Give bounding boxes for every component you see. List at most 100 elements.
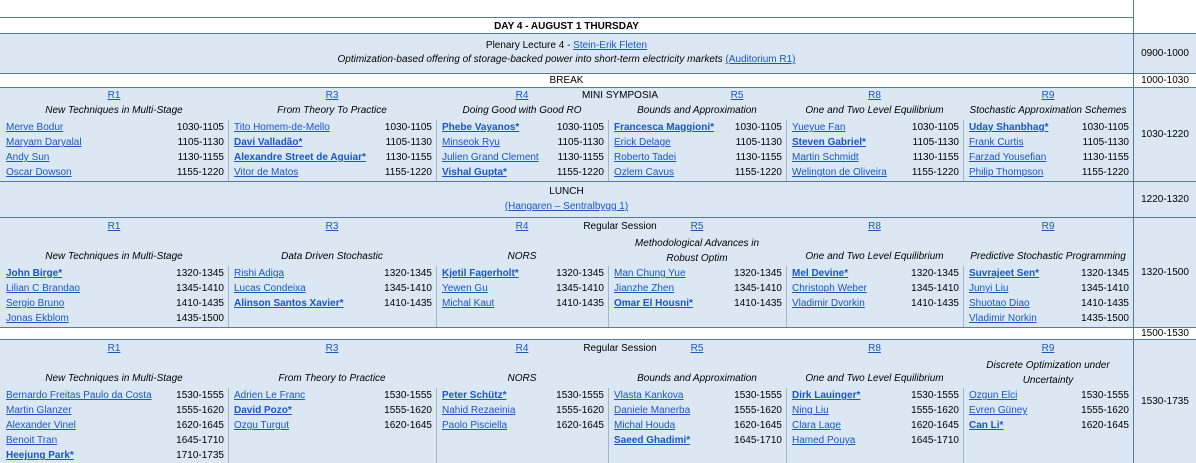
speaker-link[interactable]: Ozgun Elci (969, 388, 1017, 403)
speaker-link[interactable]: Martin Schmidt (792, 150, 859, 165)
speaker-link[interactable]: Julien Grand Clement (442, 150, 539, 165)
speaker-link[interactable]: Jianzhe Zhen (614, 281, 674, 296)
room-link-r3[interactable]: R3 (326, 221, 339, 232)
speaker-link[interactable]: Suvrajeet Sen* (969, 266, 1039, 281)
speaker-link[interactable]: Yewen Gu (442, 281, 488, 296)
speaker-link[interactable]: Phebe Vayanos* (442, 120, 519, 135)
speaker-link[interactable]: Maryam Daryalal (6, 135, 82, 150)
speaker-link[interactable]: Erick Delage (614, 135, 671, 150)
speaker-link[interactable]: Evren Güney (969, 403, 1027, 418)
room-link-r8[interactable]: R8 (868, 221, 881, 232)
speaker-link[interactable]: Alinson Santos Xavier* (234, 296, 343, 311)
speaker-link[interactable]: Shuotao Diao (969, 296, 1030, 311)
speaker-link[interactable]: Junyi Liu (969, 281, 1008, 296)
speaker-link[interactable]: Oscar Dowson (6, 165, 72, 180)
room-link-r1[interactable]: R1 (108, 221, 121, 232)
speaker-link[interactable]: Francesca Maggioni* (614, 120, 714, 135)
speaker-link[interactable]: David Pozo* (234, 403, 292, 418)
speaker-link[interactable]: Alexander Vinel (6, 418, 76, 433)
speaker-link[interactable]: Davi Valladão* (234, 135, 302, 150)
plenary-room-link[interactable]: (Auditorium R1) (725, 54, 795, 65)
speaker-link[interactable]: Daniele Manerba (614, 403, 690, 418)
speaker-link[interactable]: Lilian C Brandao (6, 281, 80, 296)
speaker-link[interactable]: Dirk Lauinger* (792, 388, 860, 403)
speaker-link[interactable]: Bernardo Freitas Paulo da Costa (6, 388, 152, 403)
speaker-link[interactable]: Lucas Condeixa (234, 281, 306, 296)
speaker-link[interactable]: Steven Gabriel* (792, 135, 866, 150)
talk-time: 1155-1220 (384, 167, 432, 178)
speaker-link[interactable]: Frank Curtis (969, 135, 1023, 150)
speaker-link[interactable]: Rishi Adiga (234, 266, 284, 281)
speaker-link[interactable]: Philip Thompson (969, 165, 1043, 180)
speaker-link[interactable]: Alexandre Street de Aguiar* (234, 150, 366, 165)
speaker-link[interactable]: Man Chung Yue (614, 266, 686, 281)
speaker-link[interactable]: Saeed Ghadimi* (614, 433, 690, 448)
speaker-link[interactable]: Farzad Yousefian (969, 150, 1046, 165)
room-link-r1[interactable]: R1 (108, 343, 121, 354)
speaker-link[interactable]: Hamed Pouya (792, 433, 855, 448)
speaker-link[interactable]: Jonas Ekblom (6, 311, 69, 326)
plenary-title: Plenary Lecture 4 - (485, 40, 574, 51)
speaker-link[interactable]: Minseok Ryu (442, 135, 500, 150)
speaker-link[interactable]: Merve Bodur (6, 120, 63, 135)
talk-time: 1320-1345 (176, 268, 224, 279)
lunch-place-link[interactable]: (Hangaren – Sentralbygg 1) (505, 201, 628, 212)
speaker-link[interactable]: Ozlem Cavus (614, 165, 674, 180)
talk-time: 1410-1435 (176, 298, 224, 309)
track-title: From Theory to Practice (278, 373, 386, 384)
talk-time: 1410-1435 (384, 298, 432, 309)
speaker-link[interactable]: Omar El Housni* (614, 296, 693, 311)
room-link-r4[interactable]: R4 (516, 90, 529, 101)
speaker-link[interactable]: Vladimir Dvorkin (792, 296, 865, 311)
talk-row: Hamed Pouya 1645-1710 (786, 433, 963, 448)
speaker-link[interactable]: Can Li* (969, 418, 1003, 433)
speaker-link[interactable]: Peter Schütz* (442, 388, 506, 403)
speaker-link[interactable]: Mel Devine* (792, 266, 848, 281)
room-link-r4[interactable]: R4 (516, 221, 529, 232)
speaker-link[interactable]: Benoit Tran (6, 433, 57, 448)
room-link-r8[interactable]: R8 (868, 343, 881, 354)
speaker-link[interactable]: John Birge* (6, 266, 62, 281)
room-link-r9[interactable]: R9 (1042, 343, 1055, 354)
speaker-link[interactable]: Vitor de Matos (234, 165, 298, 180)
speaker-link[interactable]: Roberto Tadei (614, 150, 676, 165)
talk-row: Uday Shanbhag* 1030-1105 (963, 120, 1133, 135)
speaker-link[interactable]: Christoph Weber (792, 281, 867, 296)
room-link-r4[interactable]: R4 (516, 343, 529, 354)
speaker-link[interactable]: Vladimir Norkin (969, 311, 1037, 326)
speaker-link[interactable]: Heejung Park* (6, 448, 74, 463)
speaker-link[interactable]: Martin Glanzer (6, 403, 72, 418)
speaker-link[interactable]: Ning Liu (792, 403, 829, 418)
speaker-link[interactable]: Kjetil Fagerholt* (442, 266, 519, 281)
speaker-link[interactable]: Yueyue Fan (792, 120, 845, 135)
track-column-r1: R1 New Techniques in Multi-Stage Merve Bod… (0, 88, 228, 181)
plenary-speaker-link[interactable]: Stein-Erik Fleten (573, 40, 647, 51)
talk-time: 1410-1435 (1081, 298, 1129, 309)
speaker-link[interactable]: Michal Houda (614, 418, 675, 433)
speaker-link[interactable]: Welington de Oliveira (792, 165, 887, 180)
room-link-r9[interactable]: R9 (1042, 90, 1055, 101)
speaker-link[interactable]: Ozgu Turgut (234, 418, 289, 433)
room-link-r5[interactable]: R5 (691, 221, 704, 232)
speaker-link[interactable]: Vishal Gupta* (442, 165, 507, 180)
room-link-r5[interactable]: R5 (731, 90, 744, 101)
speaker-link[interactable]: Sergio Bruno (6, 296, 64, 311)
speaker-link[interactable]: Vlasta Kankova (614, 388, 684, 403)
room-link-r3[interactable]: R3 (326, 90, 339, 101)
room-link-r1[interactable]: R1 (108, 90, 121, 101)
speaker-link[interactable]: Clara Lage (792, 418, 841, 433)
speaker-link[interactable]: Tito Homem-de-Mello (234, 120, 330, 135)
talk-time: 1645-1710 (176, 435, 224, 446)
speaker-link[interactable]: Michal Kaut (442, 296, 494, 311)
session-3-time: 1530-1735 (1133, 340, 1196, 463)
speaker-link[interactable]: Andy Sun (6, 150, 49, 165)
speaker-link[interactable]: Uday Shanbhag* (969, 120, 1048, 135)
speaker-link[interactable]: Nahid Rezaeinia (442, 403, 515, 418)
speaker-link[interactable]: Adrien Le Franc (234, 388, 305, 403)
room-link-r8[interactable]: R8 (868, 90, 881, 101)
room-link-r9[interactable]: R9 (1042, 221, 1055, 232)
speaker-link[interactable]: Paolo Pisciella (442, 418, 507, 433)
room-link-r5[interactable]: R5 (691, 343, 704, 354)
room-link-r3[interactable]: R3 (326, 343, 339, 354)
talk-row: John Birge* 1320-1345 (0, 266, 228, 281)
